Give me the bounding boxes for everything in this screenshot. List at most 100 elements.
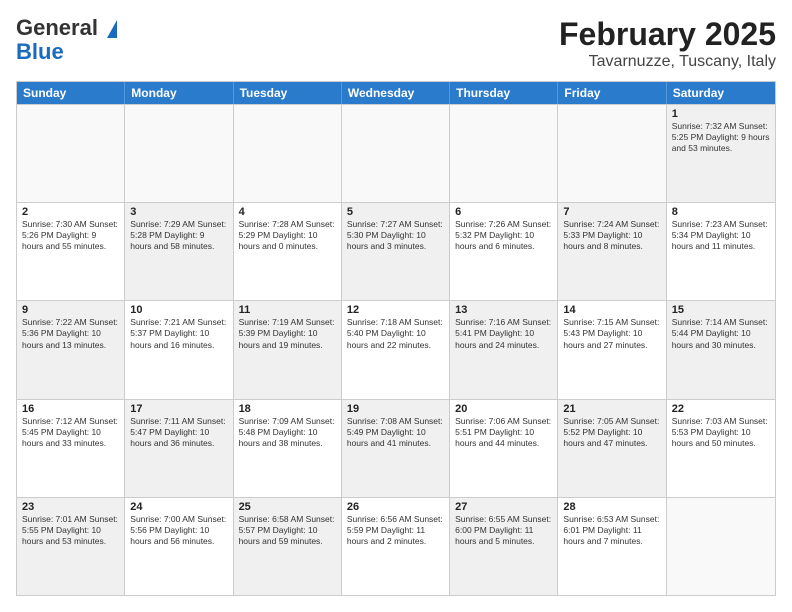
day-number: 9 [22,304,119,316]
day-cell-22: 22Sunrise: 7:03 AM Sunset: 5:53 PM Dayli… [667,400,775,497]
day-number: 14 [563,304,660,316]
day-number: 1 [672,108,770,120]
day-number: 6 [455,206,552,218]
day-cell-9: 9Sunrise: 7:22 AM Sunset: 5:36 PM Daylig… [17,301,125,398]
day-cell-21: 21Sunrise: 7:05 AM Sunset: 5:52 PM Dayli… [558,400,666,497]
day-number: 23 [22,501,119,513]
day-info: Sunrise: 7:01 AM Sunset: 5:55 PM Dayligh… [22,514,119,547]
day-info: Sunrise: 7:03 AM Sunset: 5:53 PM Dayligh… [672,416,770,449]
weekday-header-saturday: Saturday [667,82,775,104]
day-info: Sunrise: 6:55 AM Sunset: 6:00 PM Dayligh… [455,514,552,547]
day-number: 16 [22,403,119,415]
day-info: Sunrise: 6:56 AM Sunset: 5:59 PM Dayligh… [347,514,444,547]
day-info: Sunrise: 7:09 AM Sunset: 5:48 PM Dayligh… [239,416,336,449]
day-cell-6: 6Sunrise: 7:26 AM Sunset: 5:32 PM Daylig… [450,203,558,300]
day-number: 17 [130,403,227,415]
empty-cell-0-3 [342,105,450,202]
day-info: Sunrise: 7:23 AM Sunset: 5:34 PM Dayligh… [672,219,770,252]
day-info: Sunrise: 7:08 AM Sunset: 5:49 PM Dayligh… [347,416,444,449]
day-number: 19 [347,403,444,415]
weekday-header-monday: Monday [125,82,233,104]
day-info: Sunrise: 6:53 AM Sunset: 6:01 PM Dayligh… [563,514,660,547]
calendar-row-4: 23Sunrise: 7:01 AM Sunset: 5:55 PM Dayli… [17,497,775,595]
day-cell-4: 4Sunrise: 7:28 AM Sunset: 5:29 PM Daylig… [234,203,342,300]
day-info: Sunrise: 7:32 AM Sunset: 5:25 PM Dayligh… [672,121,770,154]
day-cell-10: 10Sunrise: 7:21 AM Sunset: 5:37 PM Dayli… [125,301,233,398]
day-info: Sunrise: 7:22 AM Sunset: 5:36 PM Dayligh… [22,317,119,350]
weekday-header-tuesday: Tuesday [234,82,342,104]
day-number: 13 [455,304,552,316]
calendar-row-3: 16Sunrise: 7:12 AM Sunset: 5:45 PM Dayli… [17,399,775,497]
empty-cell-0-5 [558,105,666,202]
day-number: 12 [347,304,444,316]
calendar-body: 1Sunrise: 7:32 AM Sunset: 5:25 PM Daylig… [17,104,775,595]
location: Tavarnuzze, Tuscany, Italy [559,53,776,71]
day-number: 21 [563,403,660,415]
weekday-header-wednesday: Wednesday [342,82,450,104]
day-cell-27: 27Sunrise: 6:55 AM Sunset: 6:00 PM Dayli… [450,498,558,595]
logo-blue: Blue [16,40,117,64]
day-cell-8: 8Sunrise: 7:23 AM Sunset: 5:34 PM Daylig… [667,203,775,300]
day-cell-7: 7Sunrise: 7:24 AM Sunset: 5:33 PM Daylig… [558,203,666,300]
calendar: SundayMondayTuesdayWednesdayThursdayFrid… [16,81,776,596]
empty-cell-0-2 [234,105,342,202]
day-cell-1: 1Sunrise: 7:32 AM Sunset: 5:25 PM Daylig… [667,105,775,202]
day-cell-12: 12Sunrise: 7:18 AM Sunset: 5:40 PM Dayli… [342,301,450,398]
weekday-header-sunday: Sunday [17,82,125,104]
page-header: General Blue February 2025 Tavarnuzze, T… [16,16,776,71]
day-cell-14: 14Sunrise: 7:15 AM Sunset: 5:43 PM Dayli… [558,301,666,398]
day-number: 18 [239,403,336,415]
day-info: Sunrise: 6:58 AM Sunset: 5:57 PM Dayligh… [239,514,336,547]
day-info: Sunrise: 7:19 AM Sunset: 5:39 PM Dayligh… [239,317,336,350]
day-number: 3 [130,206,227,218]
day-cell-13: 13Sunrise: 7:16 AM Sunset: 5:41 PM Dayli… [450,301,558,398]
day-info: Sunrise: 7:06 AM Sunset: 5:51 PM Dayligh… [455,416,552,449]
day-info: Sunrise: 7:00 AM Sunset: 5:56 PM Dayligh… [130,514,227,547]
day-number: 26 [347,501,444,513]
empty-cell-0-4 [450,105,558,202]
day-cell-24: 24Sunrise: 7:00 AM Sunset: 5:56 PM Dayli… [125,498,233,595]
day-cell-20: 20Sunrise: 7:06 AM Sunset: 5:51 PM Dayli… [450,400,558,497]
calendar-row-2: 9Sunrise: 7:22 AM Sunset: 5:36 PM Daylig… [17,300,775,398]
day-number: 2 [22,206,119,218]
weekday-header-friday: Friday [558,82,666,104]
empty-cell-4-6 [667,498,775,595]
day-info: Sunrise: 7:30 AM Sunset: 5:26 PM Dayligh… [22,219,119,252]
calendar-header: SundayMondayTuesdayWednesdayThursdayFrid… [17,82,775,104]
day-number: 27 [455,501,552,513]
day-cell-18: 18Sunrise: 7:09 AM Sunset: 5:48 PM Dayli… [234,400,342,497]
day-cell-17: 17Sunrise: 7:11 AM Sunset: 5:47 PM Dayli… [125,400,233,497]
day-info: Sunrise: 7:28 AM Sunset: 5:29 PM Dayligh… [239,219,336,252]
weekday-header-thursday: Thursday [450,82,558,104]
day-info: Sunrise: 7:05 AM Sunset: 5:52 PM Dayligh… [563,416,660,449]
day-cell-25: 25Sunrise: 6:58 AM Sunset: 5:57 PM Dayli… [234,498,342,595]
day-number: 24 [130,501,227,513]
day-cell-23: 23Sunrise: 7:01 AM Sunset: 5:55 PM Dayli… [17,498,125,595]
day-number: 28 [563,501,660,513]
day-number: 15 [672,304,770,316]
day-info: Sunrise: 7:18 AM Sunset: 5:40 PM Dayligh… [347,317,444,350]
day-info: Sunrise: 7:29 AM Sunset: 5:28 PM Dayligh… [130,219,227,252]
day-number: 20 [455,403,552,415]
day-cell-16: 16Sunrise: 7:12 AM Sunset: 5:45 PM Dayli… [17,400,125,497]
day-info: Sunrise: 7:16 AM Sunset: 5:41 PM Dayligh… [455,317,552,350]
day-number: 7 [563,206,660,218]
day-cell-5: 5Sunrise: 7:27 AM Sunset: 5:30 PM Daylig… [342,203,450,300]
day-number: 22 [672,403,770,415]
day-cell-26: 26Sunrise: 6:56 AM Sunset: 5:59 PM Dayli… [342,498,450,595]
logo-text: General Blue [16,16,117,64]
day-number: 5 [347,206,444,218]
day-cell-19: 19Sunrise: 7:08 AM Sunset: 5:49 PM Dayli… [342,400,450,497]
day-number: 10 [130,304,227,316]
empty-cell-0-1 [125,105,233,202]
calendar-row-1: 2Sunrise: 7:30 AM Sunset: 5:26 PM Daylig… [17,202,775,300]
logo-general: General [16,15,98,40]
day-info: Sunrise: 7:21 AM Sunset: 5:37 PM Dayligh… [130,317,227,350]
day-info: Sunrise: 7:26 AM Sunset: 5:32 PM Dayligh… [455,219,552,252]
day-number: 25 [239,501,336,513]
day-cell-11: 11Sunrise: 7:19 AM Sunset: 5:39 PM Dayli… [234,301,342,398]
day-cell-28: 28Sunrise: 6:53 AM Sunset: 6:01 PM Dayli… [558,498,666,595]
day-cell-15: 15Sunrise: 7:14 AM Sunset: 5:44 PM Dayli… [667,301,775,398]
day-number: 4 [239,206,336,218]
calendar-row-0: 1Sunrise: 7:32 AM Sunset: 5:25 PM Daylig… [17,104,775,202]
